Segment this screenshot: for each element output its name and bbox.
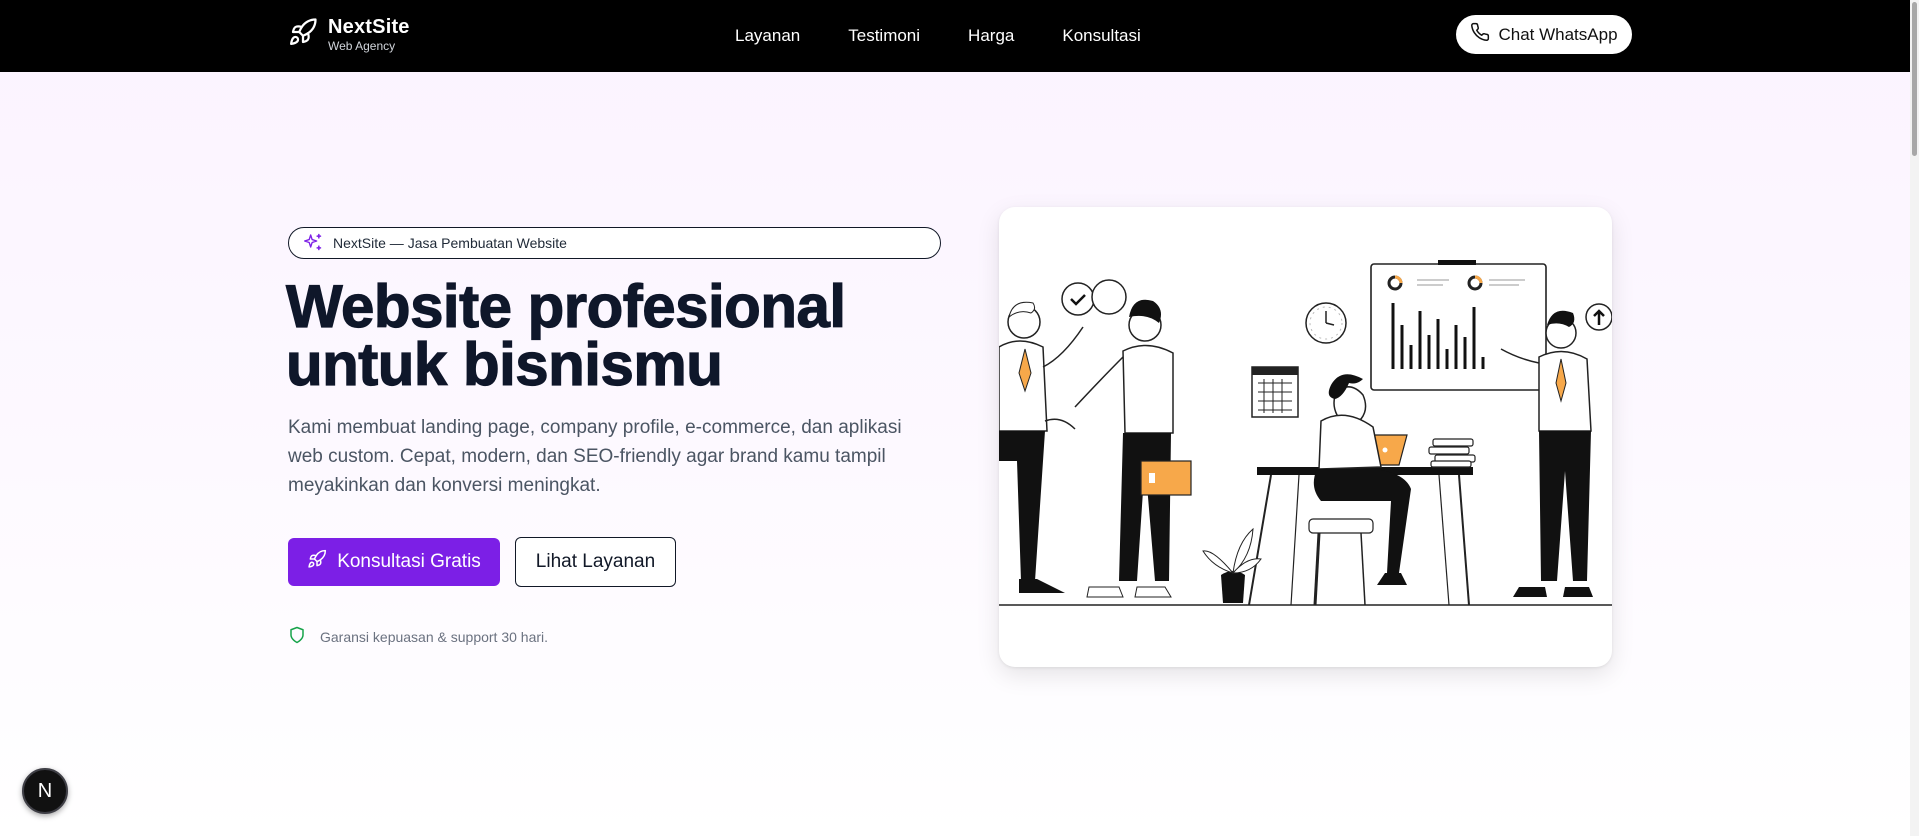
hero-title: Website profesional untuk bisnismu bbox=[285, 276, 926, 395]
top-navbar: NextSite Web Agency Layanan Testimoni Ha… bbox=[0, 0, 1919, 72]
brand-name: NextSite bbox=[328, 16, 410, 38]
nav-link-konsultasi[interactable]: Konsultasi bbox=[1062, 26, 1140, 46]
brand-tagline: Web Agency bbox=[328, 39, 396, 53]
guarantee-text: Garansi kepuasan & support 30 hari. bbox=[320, 628, 549, 645]
nav-link-layanan[interactable]: Layanan bbox=[735, 26, 800, 46]
hero-title-line-2: untuk bisnismu bbox=[285, 331, 723, 398]
hero-title-line-1: Website profesional bbox=[285, 273, 846, 340]
view-services-label: Lihat Layanan bbox=[535, 551, 656, 572]
main-menu: Layanan Testimoni Harga Konsultasi bbox=[735, 0, 1141, 72]
shield-icon bbox=[288, 626, 306, 647]
sparkles-icon bbox=[303, 232, 323, 255]
consult-free-button[interactable]: Konsultasi Gratis bbox=[288, 538, 500, 586]
hero-illustration-card bbox=[999, 207, 1612, 667]
nav-link-testimoni[interactable]: Testimoni bbox=[848, 26, 920, 46]
man-with-tie bbox=[999, 301, 1084, 593]
hero-badge: NextSite — Jasa Pembuatan Website bbox=[288, 227, 941, 259]
page-scrollbar-thumb[interactable] bbox=[1912, 2, 1917, 156]
view-services-button[interactable]: Lihat Layanan bbox=[515, 537, 676, 587]
whiteboard-chart bbox=[1370, 260, 1547, 391]
nextjs-dev-badge[interactable]: N bbox=[22, 768, 68, 814]
team-illustration bbox=[999, 260, 1612, 606]
hero-badge-text: NextSite — Jasa Pembuatan Website bbox=[333, 235, 567, 251]
brand-logo[interactable]: NextSite Web Agency bbox=[288, 15, 410, 53]
calendar-icon bbox=[1251, 366, 1299, 418]
speech-bubble bbox=[1061, 279, 1127, 316]
plant-icon bbox=[1202, 527, 1262, 603]
consult-free-label: Konsultasi Gratis bbox=[337, 551, 481, 572]
nextjs-dev-badge-label: N bbox=[37, 779, 53, 802]
clock-icon bbox=[1305, 302, 1347, 344]
hero-description: Kami membuat landing page, company profi… bbox=[288, 417, 902, 496]
nav-link-harga[interactable]: Harga bbox=[968, 26, 1014, 46]
chat-whatsapp-label: Chat WhatsApp bbox=[1498, 24, 1618, 44]
guarantee-note: Garansi kepuasan & support 30 hari. bbox=[288, 626, 548, 647]
rocket-icon bbox=[307, 549, 327, 575]
chat-whatsapp-button[interactable]: Chat WhatsApp bbox=[1456, 15, 1632, 54]
rocket-icon bbox=[288, 17, 318, 52]
seated-person bbox=[1308, 374, 1411, 606]
standing-person bbox=[1074, 299, 1192, 598]
phone-icon bbox=[1470, 22, 1490, 47]
